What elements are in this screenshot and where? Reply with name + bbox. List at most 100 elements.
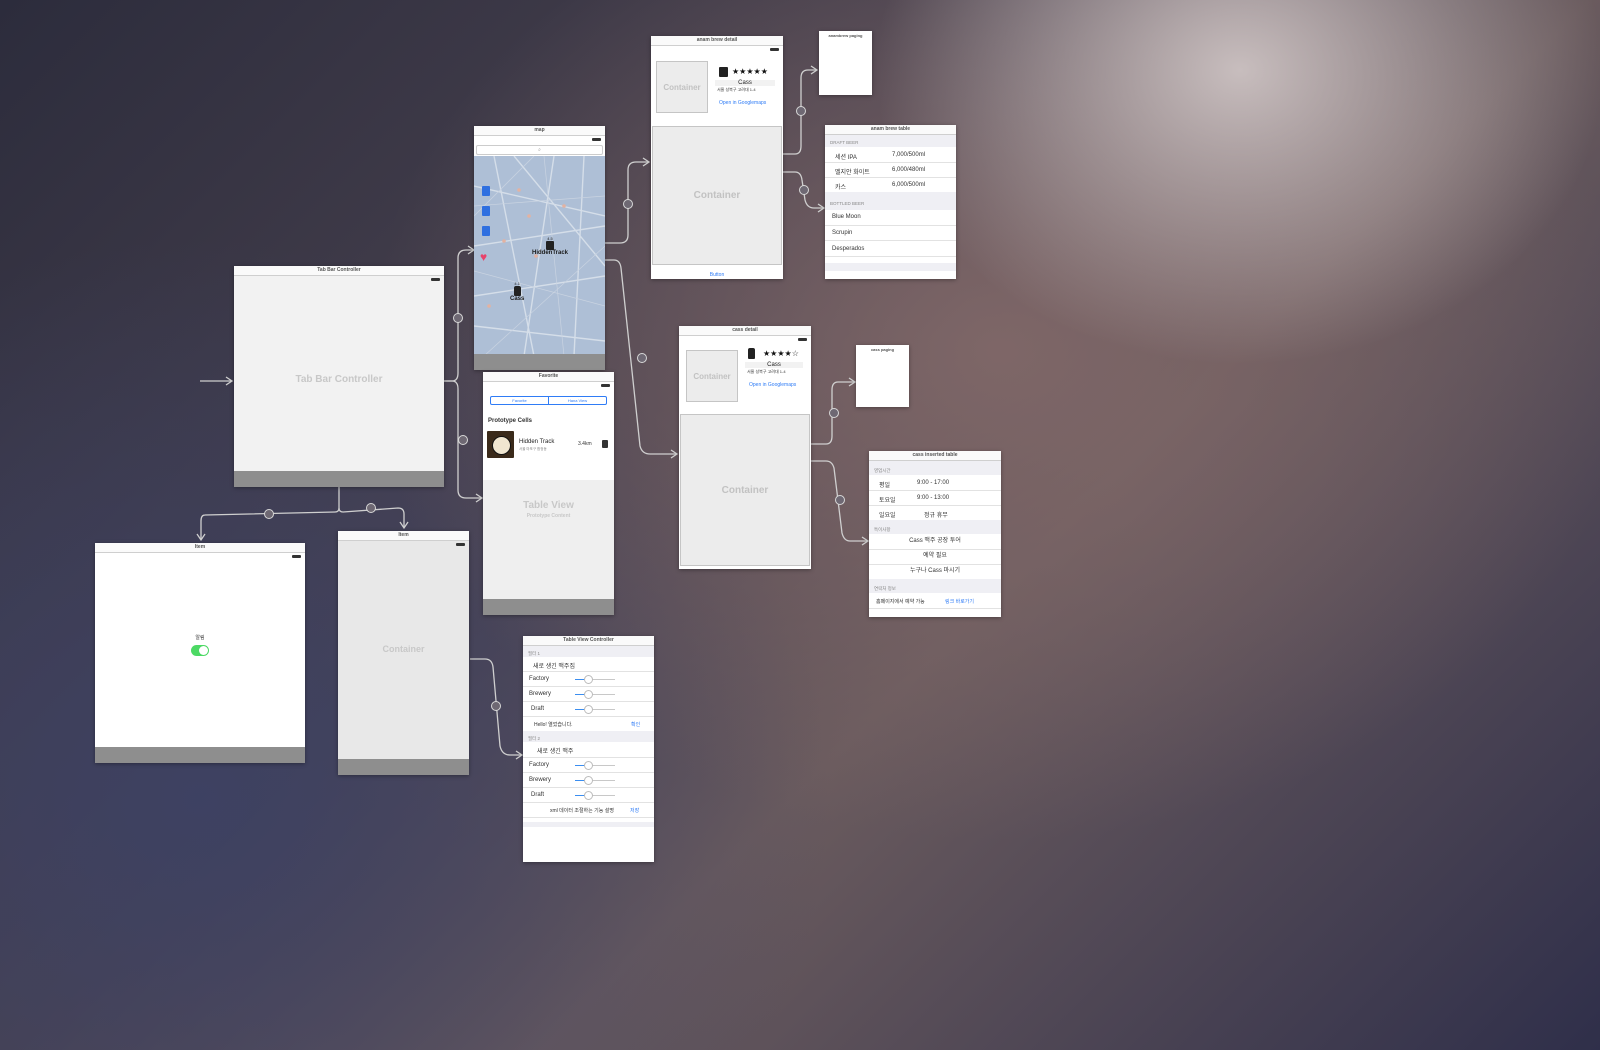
table-row[interactable]: Hello! 열었습니다. 확인: [523, 716, 654, 732]
open-in-googlemaps-button[interactable]: Open in Googlemaps: [749, 382, 796, 388]
beer-marker-icon[interactable]: [482, 186, 490, 196]
homepage-link[interactable]: 링크 바로가기: [945, 598, 974, 605]
table-row[interactable]: Scrupin: [825, 225, 956, 241]
slider-row[interactable]: Factory: [523, 671, 654, 687]
pin-rating: 4.5: [547, 236, 553, 241]
bottom-button[interactable]: Button: [651, 272, 783, 278]
section-header: 필터 2: [523, 731, 654, 742]
table-row[interactable]: 예약 필요: [869, 549, 1001, 565]
map-pin-cass[interactable]: 4.1 Cass: [510, 281, 524, 302]
tab-bar-controller-scene[interactable]: Tab Bar Controller Tab Bar Controller: [234, 266, 444, 487]
image-container[interactable]: Container: [656, 61, 708, 113]
row-name: 세션 IPA: [835, 155, 857, 161]
table-row[interactable]: 토요일 9:00 - 13:00: [869, 490, 1001, 506]
factory-slider[interactable]: [575, 761, 615, 770]
item-settings-scene[interactable]: Item 알림: [95, 543, 305, 763]
brewery-slider[interactable]: [575, 690, 615, 699]
cass-detail-scene[interactable]: cass detail Container ★★★★☆ Cass 서울 성북구 …: [679, 326, 811, 569]
segment-hana-view[interactable]: Hana View: [548, 397, 606, 404]
table-view-controller-scene[interactable]: Table View Controller 필터 1 새로 생긴 맥주집 Fac…: [523, 636, 654, 862]
table-row[interactable]: 세션 IPA 7,000/500ml: [825, 147, 956, 163]
table-row[interactable]: 일요일 정규 휴무: [869, 505, 1001, 521]
section-header: 필터 1: [523, 646, 654, 657]
row-name: 벨지안 화이트: [835, 170, 870, 176]
image-container[interactable]: Container: [686, 350, 738, 402]
slider-label: Brewery: [529, 691, 552, 697]
open-in-googlemaps-button[interactable]: Open in Googlemaps: [719, 100, 766, 106]
anambrew-paging-scene[interactable]: anambrew paging: [819, 31, 872, 95]
anam-brew-detail-scene[interactable]: anam brew detail Container ★★★★★ Cass 서울…: [651, 36, 783, 279]
segment-favorite[interactable]: Favorite: [491, 397, 548, 404]
segue-icon: [835, 495, 845, 505]
slider-row[interactable]: Brewery: [523, 772, 654, 788]
favorite-scene[interactable]: Favorite Favorite Hana View Prototype Ce…: [483, 372, 614, 615]
bottle-icon: [513, 286, 521, 296]
favorite-segmented-control[interactable]: Favorite Hana View: [490, 396, 607, 405]
battery-icon: [292, 555, 301, 558]
table-row[interactable]: 카스 6,000/500ml: [825, 177, 956, 193]
beer-marker-icon[interactable]: [482, 226, 490, 236]
map-pin-hiddentrack[interactable]: 4.5 HiddenTrack: [532, 236, 568, 256]
beer-name: Cass: [715, 80, 775, 86]
row-hours: 9:00 - 17:00: [917, 480, 950, 486]
search-bar[interactable]: ⌕: [476, 145, 603, 155]
scene-title: cass detail: [679, 326, 811, 336]
table-row[interactable]: Blue Moon: [825, 210, 956, 226]
table-row[interactable]: 누구나 Cass 마시기: [869, 564, 1001, 580]
slider-row[interactable]: Draft: [523, 701, 654, 717]
beer-marker-icon[interactable]: [482, 206, 490, 216]
tab-bar[interactable]: [95, 747, 305, 763]
slider-row[interactable]: Brewery: [523, 686, 654, 702]
section-header: 영업시간: [869, 461, 1001, 475]
notification-label: 알림: [195, 635, 205, 641]
section-header: 연락처 정보: [869, 579, 1001, 593]
row-day: 평일: [879, 483, 891, 489]
row-day: 일요일: [879, 513, 896, 519]
segue-icon: [491, 701, 501, 711]
table-row[interactable]: 홈페이지에서 예약 가능 링크 바로가기: [869, 593, 1001, 609]
map-view[interactable]: ♥ 4.5 HiddenTrack 4.1 Cass: [474, 156, 605, 354]
item-container-scene[interactable]: Item Container: [338, 531, 469, 775]
map-scene[interactable]: map ⌕ ♥ 4.5 HiddenTrack 4.1 Cass: [474, 126, 605, 370]
address-label: 서울 성북구 고려대 1-4: [717, 87, 756, 92]
address-label: 서울 성북구 고려대 1-4: [747, 369, 786, 374]
row-title: 새로 생긴 맥주: [537, 749, 574, 755]
storyboard-canvas: Tab Bar Controller Tab Bar Controller It…: [0, 0, 1600, 1050]
pin-name: HiddenTrack: [532, 250, 569, 256]
container-label: Container: [693, 190, 741, 201]
table-row[interactable]: Cass 맥주 공장 투어: [869, 534, 1001, 550]
tab-bar[interactable]: [234, 471, 444, 487]
tab-bar[interactable]: [483, 599, 614, 615]
slider-label: Factory: [529, 762, 550, 768]
anam-brew-table-scene[interactable]: anam brew table DRAFT BEER 세션 IPA 7,000/5…: [825, 125, 956, 279]
factory-slider[interactable]: [575, 675, 615, 684]
scene-title: cass paging: [856, 345, 909, 354]
cell-subtitle: 서울 마포구 합정동: [519, 447, 547, 451]
table-row[interactable]: xml 데이터 조절하는 기능 설명 저장: [523, 802, 654, 818]
save-link[interactable]: 저장: [630, 807, 639, 814]
table-row[interactable]: 벨지안 화이트 6,000/480ml: [825, 162, 956, 178]
slider-row[interactable]: Draft: [523, 787, 654, 803]
favorite-cell[interactable]: Hidden Track 서울 마포구 합정동 3.4km: [483, 428, 614, 460]
segue-icon: [453, 313, 463, 323]
table-row[interactable]: 평일 9:00 - 17:00: [869, 475, 1001, 491]
lower-container[interactable]: Container: [680, 414, 810, 566]
draft-slider[interactable]: [575, 705, 615, 714]
draft-slider[interactable]: [575, 791, 615, 800]
slider-row[interactable]: Factory: [523, 757, 654, 773]
heart-icon[interactable]: ♥: [480, 250, 487, 264]
section-header: BOTTLED BEER: [825, 192, 956, 210]
cass-paging-scene[interactable]: cass paging: [856, 345, 909, 407]
confirm-link[interactable]: 확인: [631, 721, 640, 728]
cass-inserted-table-scene[interactable]: cass inserted table 영업시간 평일 9:00 - 17:00 …: [869, 451, 1001, 617]
tab-bar[interactable]: [338, 759, 469, 775]
table-row[interactable]: 새로 생긴 맥주집: [523, 657, 654, 672]
notification-toggle[interactable]: [191, 645, 209, 656]
table-row[interactable]: 새로 생긴 맥주: [523, 742, 654, 758]
brewery-slider[interactable]: [575, 776, 615, 785]
lower-container[interactable]: Container: [652, 126, 782, 265]
battery-icon: [456, 543, 465, 546]
tab-bar[interactable]: [474, 354, 605, 370]
table-row[interactable]: Desperados: [825, 240, 956, 257]
scene-title: anam brew detail: [651, 36, 783, 46]
